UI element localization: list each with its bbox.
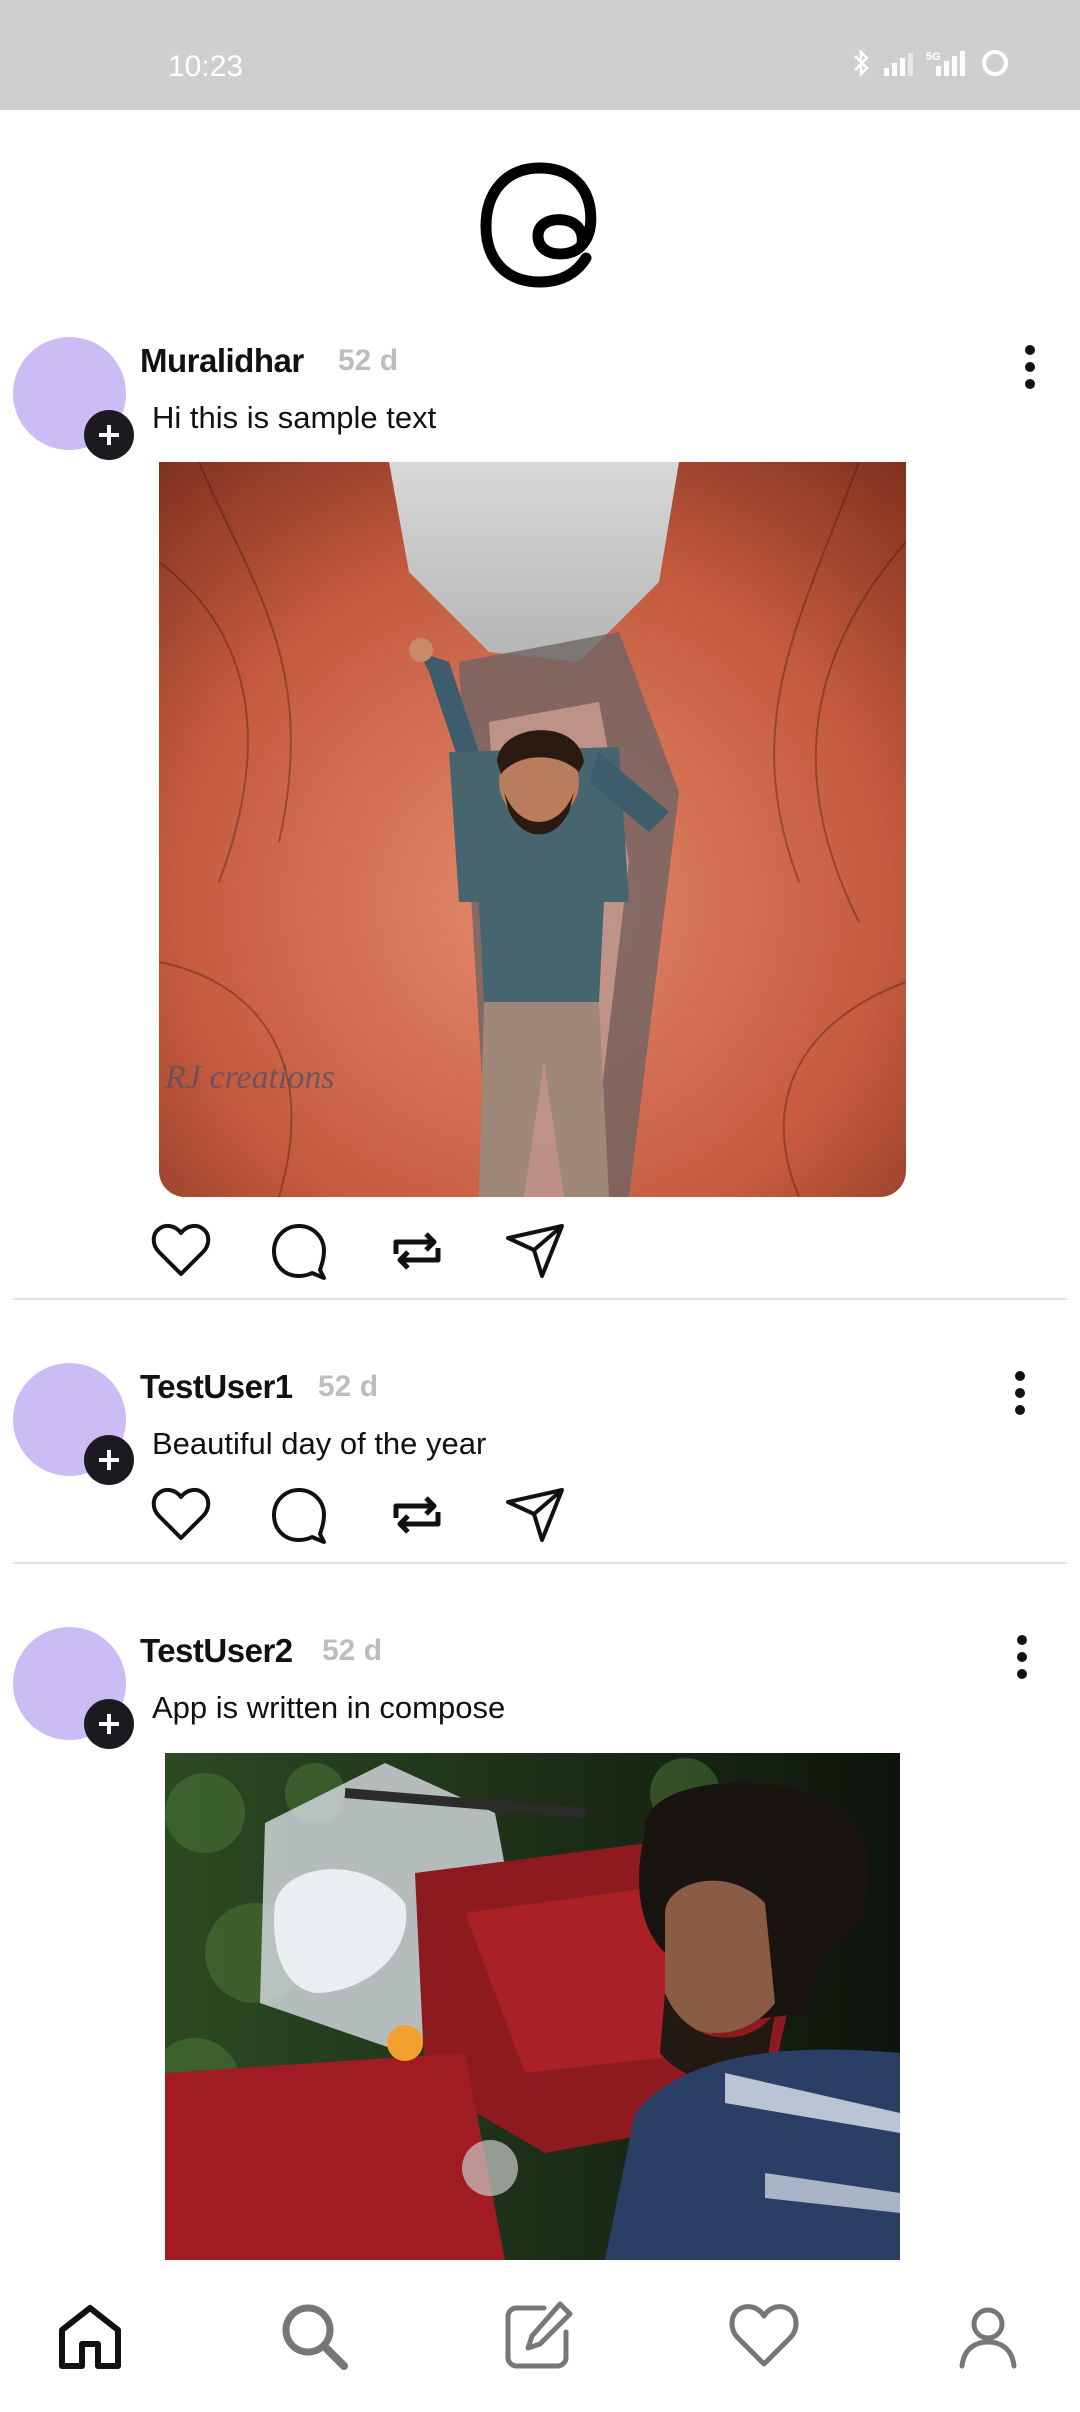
- post-time-ago: 52 d: [338, 344, 399, 377]
- svg-text:5G: 5G: [926, 51, 941, 63]
- post-divider: [13, 1562, 1067, 1564]
- post-image[interactable]: [165, 1753, 900, 2260]
- post-actions: [150, 1484, 566, 1546]
- image-watermark: RJ creations: [165, 1059, 335, 1096]
- post-image[interactable]: RJ creations: [159, 462, 906, 1197]
- search-icon[interactable]: [276, 2298, 352, 2374]
- plus-icon: [99, 1450, 119, 1470]
- repost-icon[interactable]: [386, 1220, 448, 1282]
- post-photo: [165, 1753, 900, 2260]
- activity-heart-icon[interactable]: [726, 2298, 802, 2374]
- more-options-icon[interactable]: [1002, 1628, 1042, 1688]
- like-heart-icon[interactable]: [150, 1220, 212, 1282]
- share-send-icon[interactable]: [504, 1220, 566, 1282]
- status-time: 10:23: [168, 50, 244, 83]
- plus-icon: [99, 1714, 119, 1734]
- comment-icon[interactable]: [268, 1220, 330, 1282]
- post-text: App is written in compose: [152, 1690, 506, 1725]
- follow-plus-button[interactable]: [84, 410, 134, 460]
- plus-icon: [99, 425, 119, 445]
- bluetooth-icon: [854, 48, 869, 78]
- like-heart-icon[interactable]: [150, 1484, 212, 1546]
- post-text: Hi this is sample text: [152, 400, 437, 435]
- status-bar: 10:23 5G: [0, 0, 1080, 110]
- post-actions: [150, 1220, 566, 1282]
- profile-icon[interactable]: [950, 2298, 1026, 2374]
- repost-icon[interactable]: [386, 1484, 448, 1546]
- post-text: Beautiful day of the year: [152, 1426, 487, 1461]
- post-time-ago: 52 d: [318, 1370, 379, 1403]
- more-options-icon[interactable]: [1010, 338, 1050, 398]
- comment-icon[interactable]: [268, 1484, 330, 1546]
- share-send-icon[interactable]: [504, 1484, 566, 1546]
- 5g-signal-icon: 5G: [926, 51, 965, 76]
- follow-plus-button[interactable]: [84, 1435, 134, 1485]
- post-username[interactable]: Muralidhar: [140, 342, 304, 380]
- signal-icon: [884, 53, 913, 76]
- status-icons: 5G: [850, 48, 1010, 78]
- post-divider: [13, 1298, 1067, 1300]
- compose-icon[interactable]: [500, 2298, 576, 2374]
- battery-icon: [982, 50, 1008, 76]
- bottom-navigation: [0, 2270, 1080, 2412]
- post-time-ago: 52 d: [322, 1634, 383, 1667]
- post-username[interactable]: TestUser2: [140, 1632, 293, 1670]
- follow-plus-button[interactable]: [84, 1699, 134, 1749]
- home-icon[interactable]: [52, 2298, 128, 2374]
- threads-logo: [480, 162, 597, 288]
- more-options-icon[interactable]: [1000, 1364, 1040, 1424]
- post-username[interactable]: TestUser1: [140, 1368, 293, 1406]
